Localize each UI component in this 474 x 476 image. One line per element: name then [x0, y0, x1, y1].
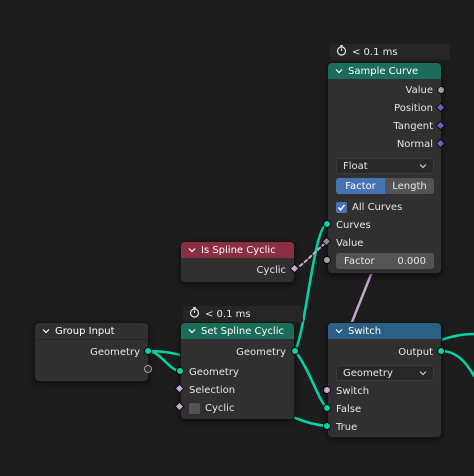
socket-true-in[interactable] — [323, 422, 331, 430]
chevron-down-icon — [419, 371, 427, 376]
input-selection-label: Selection — [189, 384, 236, 396]
output-value-label: Value — [405, 84, 433, 96]
input-type-dropdown[interactable]: Geometry — [336, 365, 434, 381]
output-position-label: Position — [394, 102, 433, 114]
node-header[interactable]: Group Input — [35, 323, 148, 340]
node-header[interactable]: Sample Curve — [328, 63, 441, 79]
node-sample-curve[interactable]: Sample Curve Value Position Tangent Norm… — [327, 62, 442, 274]
input-curves-label: Curves — [336, 219, 371, 231]
link-value-to-switch — [350, 270, 374, 324]
output-geometry-label: Geometry — [236, 346, 286, 358]
socket-switch-in[interactable] — [323, 386, 331, 394]
socket-curves-in[interactable] — [323, 220, 331, 228]
node-title: Group Input — [55, 325, 115, 337]
checkbox[interactable] — [189, 402, 200, 414]
node-title: Switch — [348, 325, 382, 337]
mode-toggle[interactable]: Factor Length — [336, 178, 434, 194]
input-type-value: Geometry — [343, 367, 393, 379]
input-geometry-label: Geometry — [189, 366, 239, 378]
input-false-label: False — [336, 403, 362, 415]
input-value-label: Value — [336, 237, 364, 249]
input-switch-label: Switch — [336, 385, 370, 397]
all-curves-label: All Curves — [352, 201, 403, 213]
stopwatch-icon — [189, 307, 200, 321]
output-normal-label: Normal — [396, 138, 433, 150]
input-cyclic-label: Cyclic — [205, 402, 235, 414]
node-header[interactable]: Set Spline Cyclic — [181, 323, 294, 339]
socket-geometry-out[interactable] — [144, 347, 152, 355]
stopwatch-icon — [336, 45, 347, 59]
output-tangent-label: Tangent — [393, 120, 433, 132]
socket-geometry-in[interactable] — [176, 367, 184, 375]
link-switch-out-2 — [439, 332, 474, 342]
data-type-value: Float — [343, 160, 368, 172]
socket-factor-in[interactable] — [323, 256, 331, 264]
node-header[interactable]: Is Spline Cyclic — [181, 242, 294, 258]
chevron-down-icon[interactable] — [335, 327, 343, 335]
node-is-spline-cyclic[interactable]: Is Spline Cyclic Cyclic — [180, 241, 295, 283]
chevron-down-icon[interactable] — [188, 246, 196, 254]
node-title: Sample Curve — [348, 65, 419, 77]
link-set-to-false — [293, 349, 329, 410]
data-type-dropdown[interactable]: Float — [336, 158, 434, 174]
factor-value: 0.000 — [397, 255, 426, 267]
link-switch-out — [439, 349, 474, 378]
factor-field[interactable]: Factor 0.000 — [336, 253, 434, 269]
node-title: Set Spline Cyclic — [201, 325, 284, 337]
mode-length-button[interactable]: Length — [385, 178, 434, 194]
socket-geometry-out[interactable] — [291, 347, 299, 355]
all-curves-checkbox[interactable]: All Curves — [336, 198, 402, 216]
socket-output-out[interactable] — [437, 347, 445, 355]
sample-curve-timer: < 0.1 ms — [330, 44, 450, 60]
socket-value-out[interactable] — [437, 86, 445, 94]
chevron-down-icon[interactable] — [188, 327, 196, 335]
socket-false-in[interactable] — [323, 404, 331, 412]
node-set-spline-cyclic[interactable]: Set Spline Cyclic Geometry Geometry Sele… — [180, 322, 295, 420]
node-switch[interactable]: Switch Output Geometry Switch False True — [327, 322, 442, 438]
socket-empty-out[interactable] — [144, 365, 152, 373]
node-title: Is Spline Cyclic — [201, 244, 276, 256]
checkbox[interactable] — [336, 201, 347, 213]
node-group-input[interactable]: Group Input Geometry — [34, 322, 149, 382]
chevron-down-icon — [419, 164, 427, 169]
node-header[interactable]: Switch — [328, 323, 441, 339]
cyclic-checkbox[interactable]: Cyclic — [189, 399, 234, 417]
chevron-down-icon[interactable] — [335, 67, 343, 75]
chevron-down-icon[interactable] — [42, 327, 50, 335]
link-cyclic-to-value — [294, 241, 328, 270]
mode-factor-button[interactable]: Factor — [336, 178, 385, 194]
output-geometry-label: Geometry — [90, 346, 140, 358]
output-label: Output — [398, 346, 433, 358]
factor-label: Factor — [344, 255, 375, 267]
timer-label: < 0.1 ms — [352, 46, 398, 58]
set-spline-cyclic-timer: < 0.1 ms — [183, 306, 303, 322]
output-cyclic-label: Cyclic — [256, 264, 286, 276]
input-true-label: True — [336, 421, 358, 433]
timer-label: < 0.1 ms — [205, 308, 251, 320]
